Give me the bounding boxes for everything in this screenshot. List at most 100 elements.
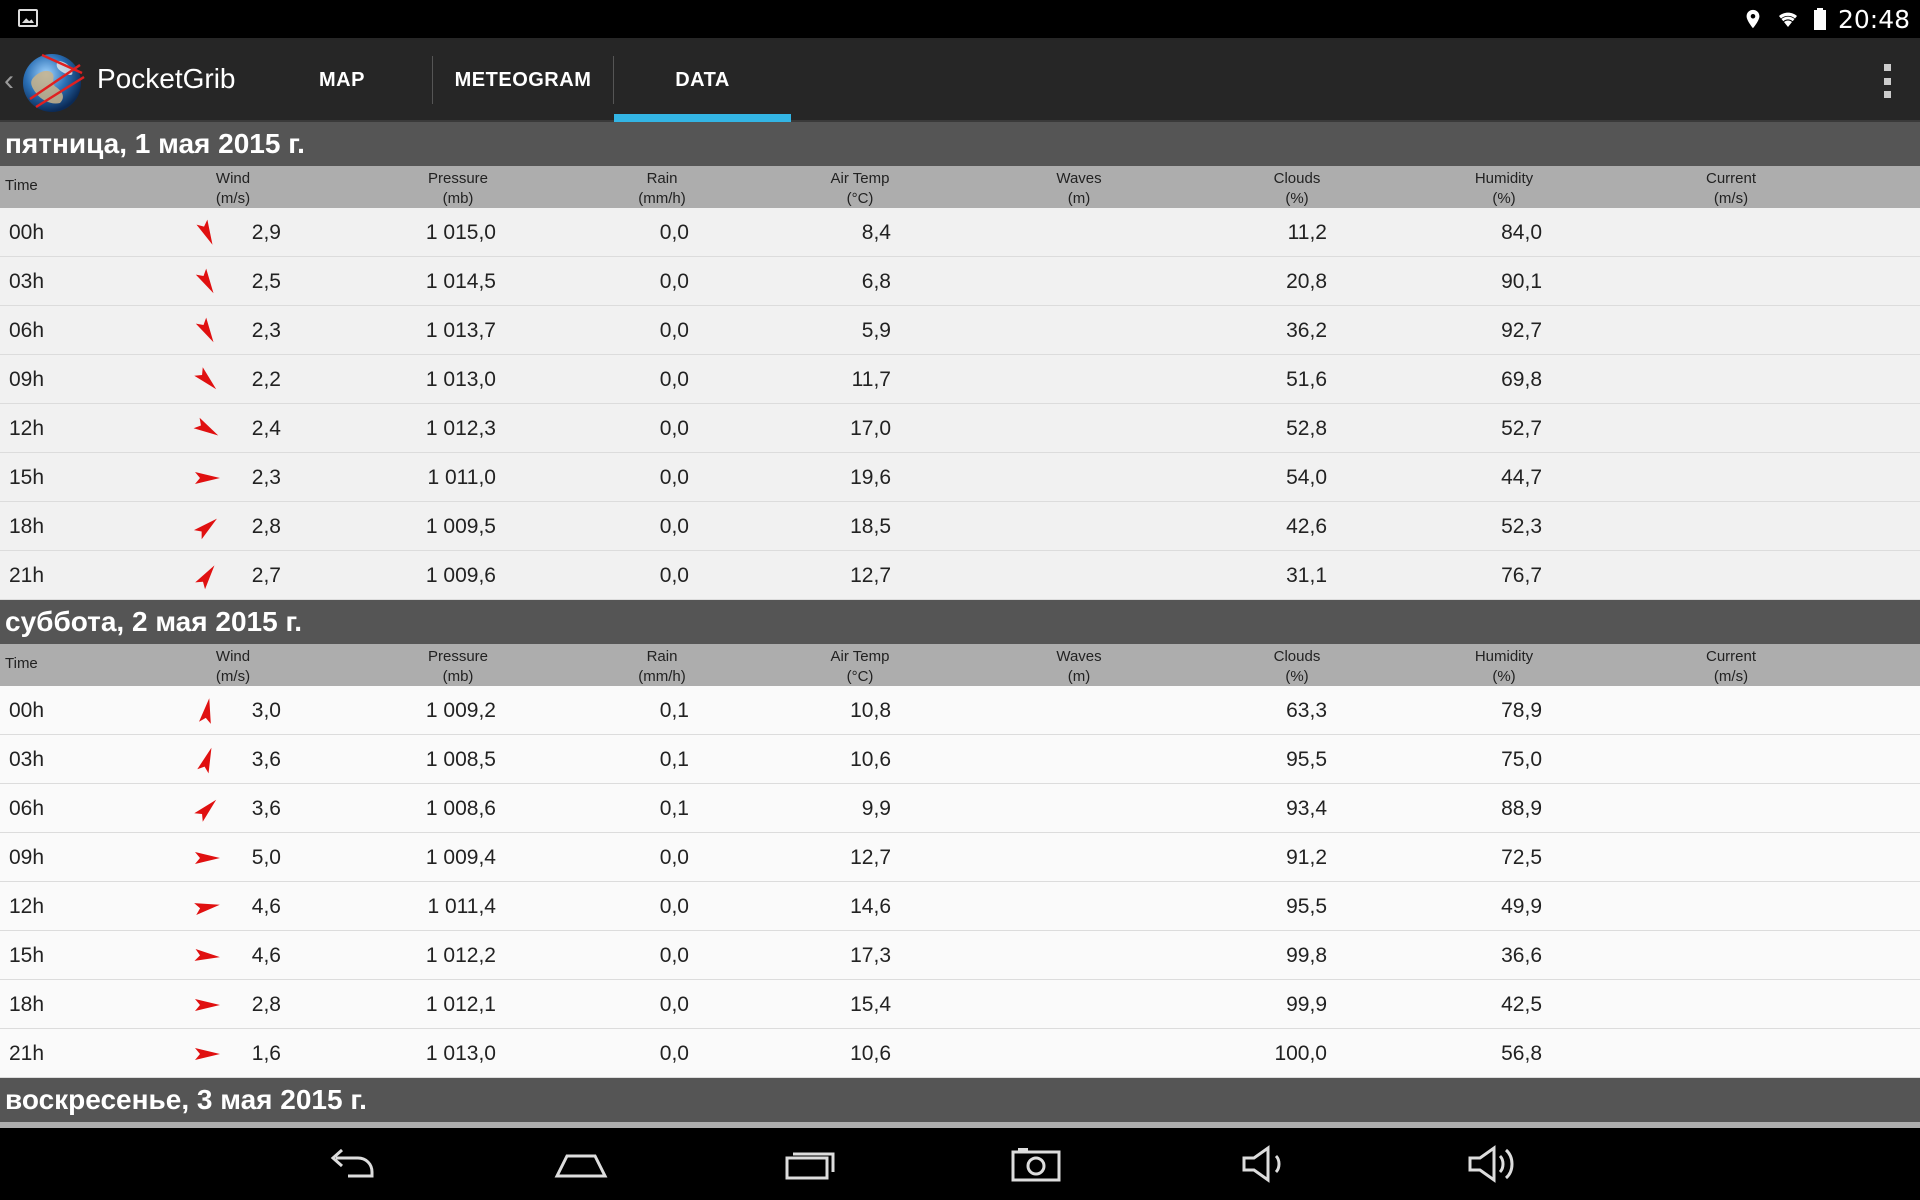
home-icon[interactable] <box>551 1142 611 1186</box>
cell-wind: 2,8 <box>251 993 281 1016</box>
column-header-name: Air Temp <box>830 170 890 187</box>
back-icon[interactable] <box>322 1142 382 1186</box>
cell-wind: 2,3 <box>251 319 281 342</box>
cell-time: 12h <box>9 417 45 440</box>
day-section: пятница, 1 мая 2015 г. Time Wind (m/s) Press… <box>0 122 1920 600</box>
navigation-bar <box>0 1128 1920 1200</box>
column-header-name: Humidity <box>1474 648 1534 665</box>
day-header: воскресенье, 3 мая 2015 г. <box>0 1078 1920 1122</box>
column-header-name: Humidity <box>1474 170 1534 187</box>
cell-air-temp: 15,4 <box>850 993 891 1016</box>
cell-humidity: 88,9 <box>1501 797 1542 820</box>
tab-meteogram[interactable]: METEOGRAM <box>433 38 613 122</box>
column-header-pressure: Pressure (mb) <box>378 169 538 209</box>
column-header-name: Rain <box>646 648 678 665</box>
column-header-name: Current <box>1705 170 1757 187</box>
table-row[interactable]: 06h 2,3 1 013,7 0,0 5,9 36,2 92,7 <box>0 306 1920 355</box>
cell-clouds: 42,6 <box>1286 515 1327 538</box>
app-logo-icon[interactable] <box>20 47 88 115</box>
table-row[interactable]: 09h 2,2 1 013,0 0,0 11,7 51,6 69,8 <box>0 355 1920 404</box>
table-row[interactable]: 18h 2,8 1 009,5 0,0 18,5 42,6 52,3 <box>0 502 1920 551</box>
table-row[interactable]: 15h 4,6 1 012,2 0,0 17,3 99,8 36,6 <box>0 931 1920 980</box>
column-header-row: Time Wind (m/s) Pressure (mb) Rain (mm/h) Air T… <box>0 644 1920 686</box>
status-clock: 20:48 <box>1837 4 1910 34</box>
cell-pressure: 1 009,5 <box>425 515 496 538</box>
overflow-menu-icon[interactable] <box>1884 64 1892 98</box>
cell-humidity: 78,9 <box>1501 699 1542 722</box>
column-header-humidity: Humidity (%) <box>1424 647 1584 687</box>
cell-time: 15h <box>9 944 45 967</box>
cell-clouds: 36,2 <box>1286 319 1327 342</box>
cell-time: 21h <box>9 564 45 587</box>
status-bar: 20:48 <box>0 0 1920 38</box>
cell-humidity: 75,0 <box>1501 748 1542 771</box>
volume-up-icon[interactable] <box>1462 1142 1522 1186</box>
cell-humidity: 56,8 <box>1501 1042 1542 1065</box>
cell-rain: 0,1 <box>659 699 689 722</box>
column-header-name: Waves <box>1056 170 1102 187</box>
volume-down-icon[interactable] <box>1234 1142 1294 1186</box>
cell-wind: 4,6 <box>251 895 281 918</box>
recents-icon[interactable] <box>781 1142 841 1186</box>
table-row[interactable]: 06h 3,6 1 008,6 0,1 9,9 93,4 88,9 <box>0 784 1920 833</box>
wind-arrow-icon <box>197 747 212 774</box>
table-row[interactable]: 18h 2,8 1 012,1 0,0 15,4 99,9 42,5 <box>0 980 1920 1029</box>
cell-rain: 0,0 <box>659 466 689 489</box>
cell-humidity: 72,5 <box>1501 846 1542 869</box>
cell-clouds: 99,8 <box>1286 944 1327 967</box>
day-section: воскресенье, 3 мая 2015 г.TimeWind(m/s)P… <box>0 1078 1920 1128</box>
table-row[interactable]: 00h 3,0 1 009,2 0,1 10,8 63,3 78,9 <box>0 686 1920 735</box>
cell-wind: 3,0 <box>251 699 281 722</box>
cell-clouds: 99,9 <box>1286 993 1327 1016</box>
table-row[interactable]: 15h 2,3 1 011,0 0,0 19,6 54,0 44,7 <box>0 453 1920 502</box>
table-row[interactable]: 03h 3,6 1 008,5 0,1 10,6 95,5 75,0 <box>0 735 1920 784</box>
table-row[interactable]: 21h 1,6 1 013,0 0,0 10,6 100,0 56,8 <box>0 1029 1920 1078</box>
column-header-unit: (m/s) <box>215 668 251 685</box>
cell-clouds: 95,5 <box>1286 748 1327 771</box>
tab-map[interactable]: MAP <box>268 38 416 122</box>
cell-clouds: 91,2 <box>1286 846 1327 869</box>
cell-pressure: 1 008,6 <box>425 797 496 820</box>
cell-humidity: 44,7 <box>1501 466 1542 489</box>
cell-pressure: 1 012,2 <box>425 944 496 967</box>
tab-data[interactable]: DATA <box>614 38 791 122</box>
cell-time: 00h <box>9 221 45 244</box>
column-header-unit: (m/s) <box>215 190 251 207</box>
cell-air-temp: 11,7 <box>851 368 891 391</box>
cell-time: 00h <box>9 699 45 722</box>
table-row[interactable]: 21h 2,7 1 009,6 0,0 12,7 31,1 76,7 <box>0 551 1920 600</box>
cell-wind: 3,6 <box>251 748 281 771</box>
cell-wind: 2,5 <box>251 270 281 293</box>
cell-pressure: 1 008,5 <box>425 748 496 771</box>
cell-rain: 0,0 <box>659 564 689 587</box>
cell-pressure: 1 011,0 <box>427 466 496 489</box>
cell-pressure: 1 012,1 <box>425 993 496 1016</box>
table-row[interactable]: 03h 2,5 1 014,5 0,0 6,8 20,8 90,1 <box>0 257 1920 306</box>
screenshot-icon[interactable] <box>1006 1142 1066 1186</box>
cell-humidity: 52,3 <box>1501 515 1542 538</box>
table-row[interactable]: 12h 4,6 1 011,4 0,0 14,6 95,5 49,9 <box>0 882 1920 931</box>
cell-humidity: 49,9 <box>1501 895 1542 918</box>
column-header-air-temp: Air Temp (°C) <box>780 647 940 687</box>
cell-clouds: 51,6 <box>1286 368 1327 391</box>
up-chevron-icon[interactable]: ‹ <box>4 64 14 98</box>
cell-rain: 0,0 <box>659 221 689 244</box>
wind-arrow-icon <box>195 1048 220 1060</box>
cell-clouds: 31,1 <box>1286 564 1327 587</box>
table-row[interactable]: 00h 2,9 1 015,0 0,0 8,4 11,2 84,0 <box>0 208 1920 257</box>
column-header-wind: Wind (m/s) <box>153 647 313 687</box>
cell-wind: 2,2 <box>251 368 281 391</box>
table-row[interactable]: 09h 5,0 1 009,4 0,0 12,7 91,2 72,5 <box>0 833 1920 882</box>
table-row[interactable]: 12h 2,4 1 012,3 0,0 17,0 52,8 52,7 <box>0 404 1920 453</box>
cell-air-temp: 5,9 <box>861 319 891 342</box>
column-header-time: Time <box>5 177 38 194</box>
cell-air-temp: 12,7 <box>850 846 891 869</box>
cell-pressure: 1 014,5 <box>425 270 496 293</box>
data-table-scroll[interactable]: пятница, 1 мая 2015 г. Time Wind (m/s) Press… <box>0 122 1920 1128</box>
cell-rain: 0,1 <box>659 797 689 820</box>
cell-wind: 2,3 <box>251 466 281 489</box>
cell-wind: 3,6 <box>251 797 281 820</box>
cell-rain: 0,0 <box>659 319 689 342</box>
tab-meteogram-label: METEOGRAM <box>454 68 592 91</box>
column-header-current: Current (m/s) <box>1651 647 1811 687</box>
